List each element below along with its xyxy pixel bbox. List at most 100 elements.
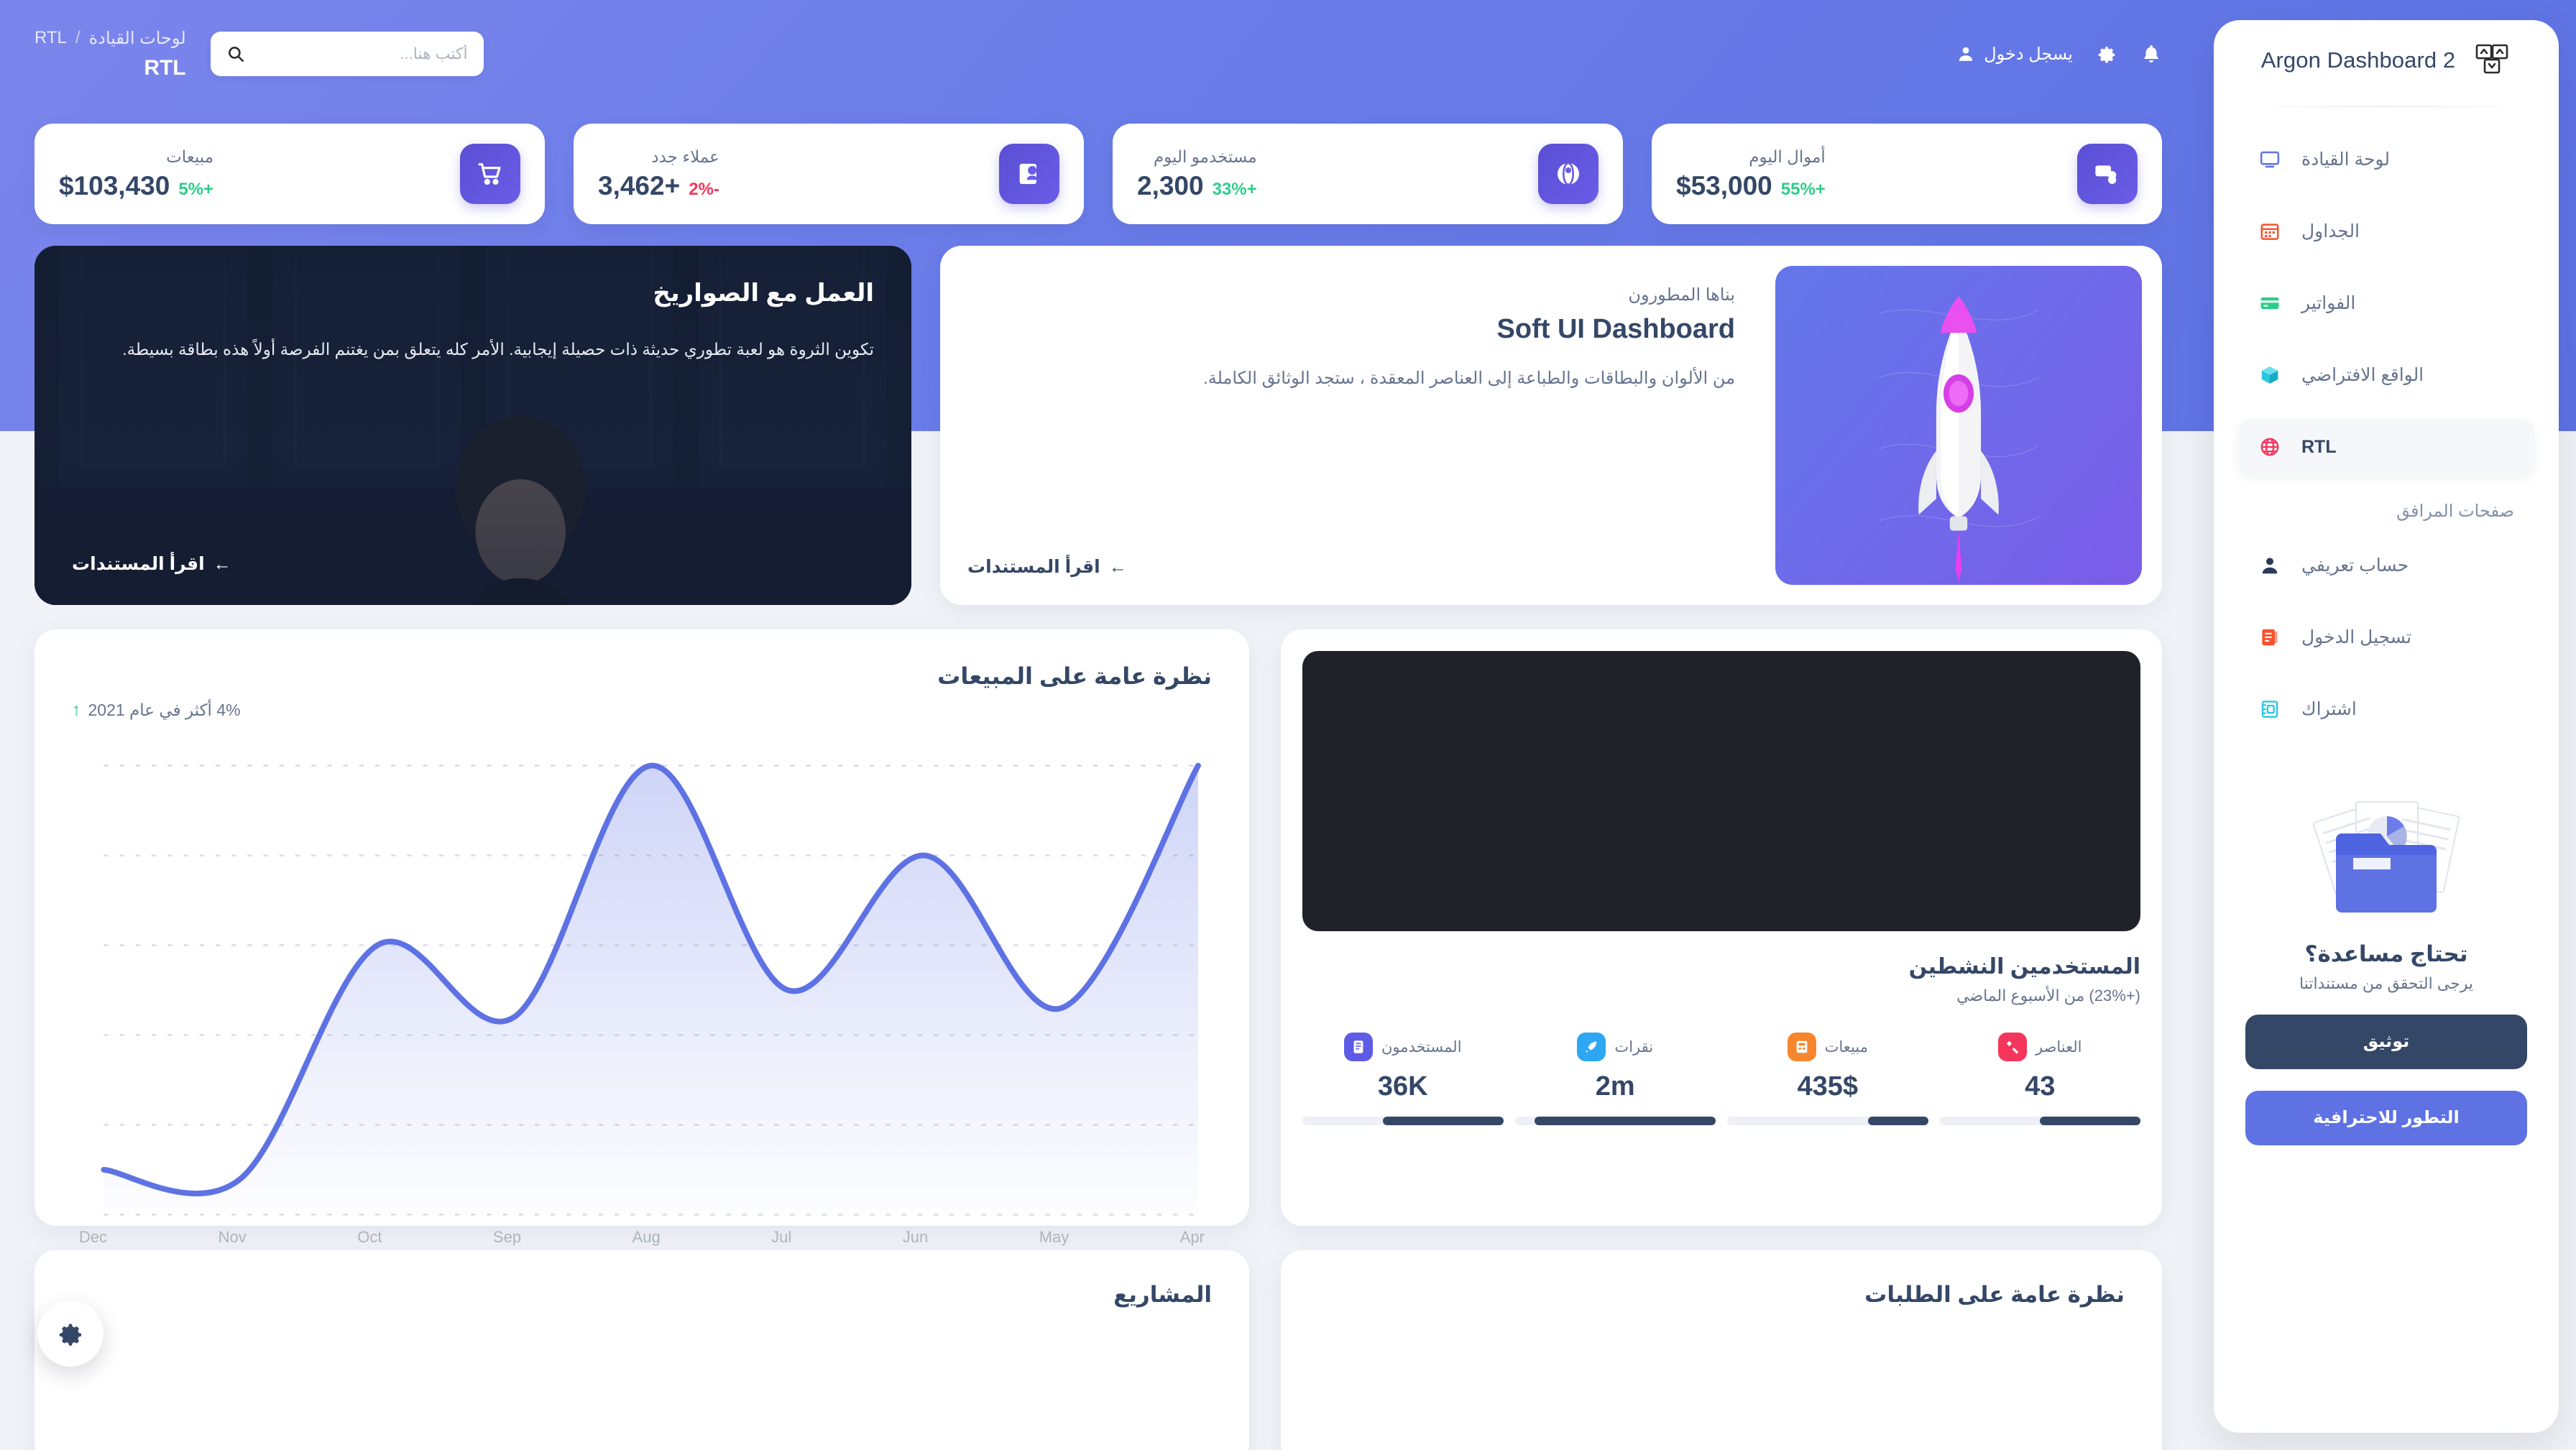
metric-progress-fill <box>1535 1117 1716 1125</box>
rocket-promo-card: بناها المطورون Soft UI Dashboard من الأل… <box>940 246 2162 605</box>
metric-label: مبيعات <box>1824 1038 1868 1056</box>
active-users-card: المستخدمين النشطين (+23%) من الأسبوع الم… <box>1281 629 2162 1226</box>
sidebar-item-rtl[interactable]: RTL <box>2238 419 2534 475</box>
contact-card-icon-chip <box>999 144 1059 204</box>
sales-chart-title: نظرة عامة على المبيعات <box>937 663 1212 689</box>
photo-link-label: اقرأ المستندات <box>72 554 205 574</box>
sales-icon-chip <box>1787 1033 1816 1061</box>
x-axis-tick-label: Apr <box>1179 1228 1205 1247</box>
search-input[interactable] <box>254 45 468 63</box>
documents-folder-icon <box>2312 801 2460 913</box>
feature-row: بناها المطورون Soft UI Dashboard من الأل… <box>0 224 2196 605</box>
x-axis-tick-label: Oct <box>357 1228 382 1247</box>
rocket-body: من الألوان والبطاقات والطباعة إلى العناص… <box>1203 369 1735 388</box>
top-navbar: يسجل دخول لوحات القيادة / <box>0 0 2196 108</box>
sidebar-nav: لوحة القيادة الجداول الفواتير الواقع الا… <box>2214 107 2559 737</box>
stat-card-sales[interactable]: مبيعات $103,430 +5% <box>34 124 545 224</box>
photo-body: تكوين الثروة هو لعبة تطوري حديثة ذات حصي… <box>122 340 874 359</box>
projects-card: المشاريع <box>34 1250 1249 1450</box>
bottom-row: نظرة عامة على الطلبات المشاريع <box>0 1226 2196 1450</box>
photo-read-docs-link[interactable]: اقرأ المستندات ← <box>72 553 231 575</box>
metric-label: العناصر <box>2035 1038 2082 1056</box>
breadcrumb-current: RTL <box>34 27 67 47</box>
gear-icon[interactable] <box>2096 43 2117 65</box>
breadcrumb-root[interactable]: لوحات القيادة <box>89 28 186 49</box>
metric-value: 435$ <box>1797 1071 1859 1102</box>
metric-progress-fill <box>2040 1117 2140 1125</box>
signup-icon <box>2255 695 2284 724</box>
sales-chart-x-axis: Apr May Jun Jul Aug Sep Oct Nov Dec <box>72 1228 1212 1247</box>
gear-icon <box>59 1324 81 1346</box>
x-axis-tick-label: Dec <box>79 1228 108 1247</box>
document-icon <box>2255 623 2284 652</box>
sidebar-item-profile[interactable]: حساب تعريفي <box>2238 537 2534 594</box>
rocket-read-docs-link[interactable]: اقرأ المستندات ← <box>967 556 1127 578</box>
sidebar-item-signup[interactable]: اشتراك <box>2238 681 2534 737</box>
stat-label: أموال اليوم <box>1749 147 1826 166</box>
sales-area-chart <box>72 745 1212 1224</box>
stats-row: أموال اليوم $53,000 +55% مستخدمو اليوم 2… <box>0 108 2196 224</box>
metric-progress-track <box>1302 1117 1504 1125</box>
stat-label: مستخدمو اليوم <box>1153 147 1257 166</box>
stat-delta: +55% <box>1780 179 1826 199</box>
rocket-link-label: اقرأ المستندات <box>967 557 1100 577</box>
search-box[interactable] <box>210 32 484 76</box>
metric-label: المستخدمون <box>1381 1038 1462 1056</box>
photo-title: العمل مع الصواريخ <box>653 280 874 307</box>
sidebar-item-billing[interactable]: الفواتير <box>2238 275 2534 331</box>
sidebar-brand[interactable]: Argon Dashboard 2 <box>2214 20 2559 101</box>
credit-card-icon <box>2255 289 2284 318</box>
bell-icon[interactable] <box>2140 43 2162 65</box>
main-content: يسجل دخول لوحات القيادة / <box>0 0 2196 1450</box>
signin-button[interactable]: يسجل دخول <box>1956 44 2073 65</box>
search-icon <box>228 47 244 63</box>
sidebar-item-label: الجداول <box>2301 221 2360 241</box>
metric-sales: مبيعات 435$ <box>1727 1033 1928 1125</box>
page-title: RTL <box>144 55 186 80</box>
sidebar: Argon Dashboard 2 لوحة القيادة الجداول ا… <box>2214 20 2559 1433</box>
sidebar-item-label: الفواتير <box>2301 293 2356 313</box>
monitor-icon <box>2255 145 2284 174</box>
stat-label: مبيعات <box>166 147 214 166</box>
sidebar-item-signin[interactable]: تسجيل الدخول <box>2238 609 2534 665</box>
help-title: تحتاج مساعدة؟ <box>2304 941 2468 966</box>
clicks-icon-chip <box>1577 1033 1606 1061</box>
sidebar-item-virtual-reality[interactable]: الواقع الافتراضي <box>2238 347 2534 403</box>
sales-chart-subtitle: ↑ 4% أكثر في عام 2021 <box>72 700 1212 721</box>
sidebar-item-dashboard[interactable]: لوحة القيادة <box>2238 131 2534 188</box>
stat-card-users-today[interactable]: مستخدمو اليوم 2,300 +33% <box>1113 124 1623 224</box>
active-users-subtitle: (+23%) من الأسبوع الماضي <box>1956 987 2140 1005</box>
documentation-button[interactable]: توثيق <box>2245 1015 2527 1069</box>
dark-media-placeholder[interactable] <box>1302 651 2140 931</box>
sidebar-help-card: تحتاج مساعدة؟ يرجى التحقق من مستنداتنا ت… <box>2245 780 2527 1145</box>
person-icon <box>2255 551 2284 580</box>
metric-progress-fill <box>1867 1117 1928 1125</box>
stat-value: +3,462 <box>598 170 681 200</box>
stat-card-money[interactable]: أموال اليوم $53,000 +55% <box>1652 124 2162 224</box>
sidebar-brand-title: Argon Dashboard 2 <box>2260 47 2456 73</box>
metric-value: 43 <box>2025 1071 2056 1102</box>
rocket-eyebrow: بناها المطورون <box>1628 285 1735 305</box>
metric-progress-track <box>1939 1117 2140 1125</box>
clicks-icon <box>1586 1041 1597 1053</box>
sales-overview-card: نظرة عامة على المبيعات ↑ 4% أكثر في عام … <box>34 629 1249 1246</box>
stat-delta: -2% <box>689 179 719 199</box>
orders-overview-card: نظرة عامة على الطلبات <box>1281 1250 2162 1450</box>
breadcrumb: لوحات القيادة / RTL RTL <box>34 28 186 80</box>
sidebar-item-label: حساب تعريفي <box>2301 555 2409 576</box>
sidebar-item-tables[interactable]: الجداول <box>2238 203 2534 259</box>
metric-progress-track <box>1727 1117 1928 1125</box>
breadcrumb-separator: / <box>75 27 80 47</box>
settings-fab-button[interactable] <box>37 1301 104 1367</box>
globe-stat-icon <box>1558 162 1579 186</box>
x-axis-tick-label: Jul <box>771 1228 792 1247</box>
globe-icon-chip <box>1538 144 1598 204</box>
content-row: المستخدمين النشطين (+23%) من الأسبوع الم… <box>0 605 2196 1246</box>
stat-card-new-clients[interactable]: عملاء جدد +3,462 -2% <box>574 124 1084 224</box>
sales-chart-svg <box>101 762 1201 1216</box>
users-icon <box>1353 1040 1363 1053</box>
globe-icon <box>2255 433 2284 461</box>
x-axis-tick-label: Nov <box>218 1228 247 1247</box>
active-users-metrics: العناصر 43 مبيعات 435$ نقرات 2m المستخدم… <box>1302 1033 2140 1125</box>
upgrade-pro-button[interactable]: التطور للاحترافية <box>2245 1091 2527 1145</box>
